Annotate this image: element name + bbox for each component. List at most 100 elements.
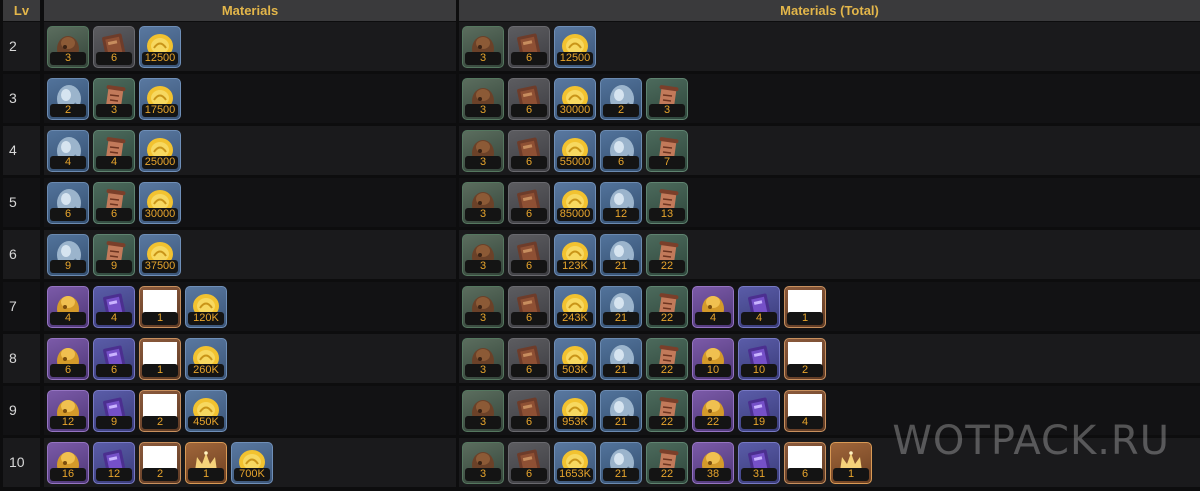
gold-coin-icon: 30000 xyxy=(554,78,596,120)
gold-bag-icon: 38 xyxy=(692,442,734,484)
gold-coin-icon: 1653K xyxy=(554,442,596,484)
table-row: 2 3 6 12500 3 6 12500 xyxy=(0,22,1200,73)
item-count: 6 xyxy=(511,104,547,117)
purple-tome-icon: 4 xyxy=(738,286,780,328)
item-count: 450K xyxy=(188,416,224,429)
scroll-icon: 22 xyxy=(646,390,688,432)
item-count: 6 xyxy=(511,468,547,481)
item-count: 4 xyxy=(695,312,731,325)
gold-bag-icon: 4 xyxy=(47,286,89,328)
item-count: 2 xyxy=(142,468,178,481)
white-item-icon: 2 xyxy=(139,442,181,484)
white-item-icon: 1 xyxy=(139,286,181,328)
item-count: 16 xyxy=(50,468,86,481)
materials-total-cell: 3 6 55000 6 7 xyxy=(459,126,1200,175)
item-count: 9 xyxy=(96,416,132,429)
white-item-icon: 6 xyxy=(784,442,826,484)
level-cell: 3 xyxy=(3,74,40,123)
level-cell: 4 xyxy=(3,126,40,175)
scroll-icon: 22 xyxy=(646,442,688,484)
item-count: 3 xyxy=(50,52,86,65)
item-count: 9 xyxy=(50,260,86,273)
table-row: 7 4 4 1 120K 3 6 243K 21 22 4 4 1 xyxy=(0,282,1200,333)
item-count: 3 xyxy=(649,104,685,117)
book-icon: 6 xyxy=(508,130,550,172)
gold-bag-icon: 10 xyxy=(692,338,734,380)
gold-coin-icon: 37500 xyxy=(139,234,181,276)
materials-total-cell: 3 6 123K 21 22 xyxy=(459,230,1200,279)
item-count: 21 xyxy=(603,416,639,429)
gold-coin-icon: 12500 xyxy=(139,26,181,68)
leather-bag-icon: 3 xyxy=(462,338,504,380)
item-count: 503K xyxy=(557,364,593,377)
item-count: 9 xyxy=(96,260,132,273)
item-count: 22 xyxy=(695,416,731,429)
item-count: 21 xyxy=(603,312,639,325)
item-count: 12 xyxy=(50,416,86,429)
silver-scale-icon: 9 xyxy=(47,234,89,276)
book-icon: 6 xyxy=(508,338,550,380)
scroll-icon: 22 xyxy=(646,234,688,276)
item-count: 3 xyxy=(465,416,501,429)
item-count: 3 xyxy=(465,52,501,65)
header-lv: Lv xyxy=(3,0,40,21)
item-count: 21 xyxy=(603,468,639,481)
item-count: 4 xyxy=(787,416,823,429)
leather-bag-icon: 3 xyxy=(462,442,504,484)
gold-coin-icon: 120K xyxy=(185,286,227,328)
gold-bag-icon: 6 xyxy=(47,338,89,380)
book-icon: 6 xyxy=(508,78,550,120)
gold-coin-icon: 17500 xyxy=(139,78,181,120)
item-count: 17500 xyxy=(142,104,178,117)
item-count: 10 xyxy=(695,364,731,377)
leather-bag-icon: 3 xyxy=(462,78,504,120)
watermark: WOTPACK.RU xyxy=(892,418,1170,464)
white-item-icon: 1 xyxy=(784,286,826,328)
item-count: 2 xyxy=(50,104,86,117)
item-count: 4 xyxy=(50,312,86,325)
materials-total-cell: 3 6 503K 21 22 10 10 2 xyxy=(459,334,1200,383)
silver-scale-icon: 12 xyxy=(600,182,642,224)
level-cell: 2 xyxy=(3,22,40,71)
materials-cell: 3 6 12500 xyxy=(44,22,456,71)
item-count: 12 xyxy=(603,208,639,221)
materials-cell: 2 3 17500 xyxy=(44,74,456,123)
item-count: 37500 xyxy=(142,260,178,273)
materials-cell: 12 9 2 450K xyxy=(44,386,456,435)
gold-coin-icon: 503K xyxy=(554,338,596,380)
item-count: 6 xyxy=(511,260,547,273)
silver-scale-icon: 21 xyxy=(600,234,642,276)
level-cell: 9 xyxy=(3,386,40,435)
crown-icon: 1 xyxy=(185,442,227,484)
gold-coin-icon: 30000 xyxy=(139,182,181,224)
level-cell: 7 xyxy=(3,282,40,331)
item-count: 123K xyxy=(557,260,593,273)
item-count: 10 xyxy=(741,364,777,377)
item-count: 6 xyxy=(96,364,132,377)
header-materials-total: Materials (Total) xyxy=(459,0,1200,21)
item-count: 1 xyxy=(833,468,869,481)
materials-cell: 16 12 2 1 700K xyxy=(44,438,456,487)
book-icon: 6 xyxy=(93,26,135,68)
purple-tome-icon: 31 xyxy=(738,442,780,484)
item-count: 2 xyxy=(603,104,639,117)
gold-coin-icon: 12500 xyxy=(554,26,596,68)
silver-scale-icon: 2 xyxy=(600,78,642,120)
gold-coin-icon: 450K xyxy=(185,390,227,432)
silver-scale-icon: 4 xyxy=(47,130,89,172)
item-count: 6 xyxy=(511,52,547,65)
item-count: 4 xyxy=(96,312,132,325)
scroll-icon: 7 xyxy=(646,130,688,172)
item-count: 1 xyxy=(188,468,224,481)
item-count: 260K xyxy=(188,364,224,377)
item-count: 3 xyxy=(465,156,501,169)
item-count: 3 xyxy=(465,364,501,377)
item-count: 38 xyxy=(695,468,731,481)
book-icon: 6 xyxy=(508,442,550,484)
item-count: 55000 xyxy=(557,156,593,169)
materials-total-cell: 3 6 30000 2 3 xyxy=(459,74,1200,123)
materials-cell: 6 6 1 260K xyxy=(44,334,456,383)
item-count: 6 xyxy=(96,208,132,221)
item-count: 21 xyxy=(603,364,639,377)
item-count: 1 xyxy=(142,364,178,377)
